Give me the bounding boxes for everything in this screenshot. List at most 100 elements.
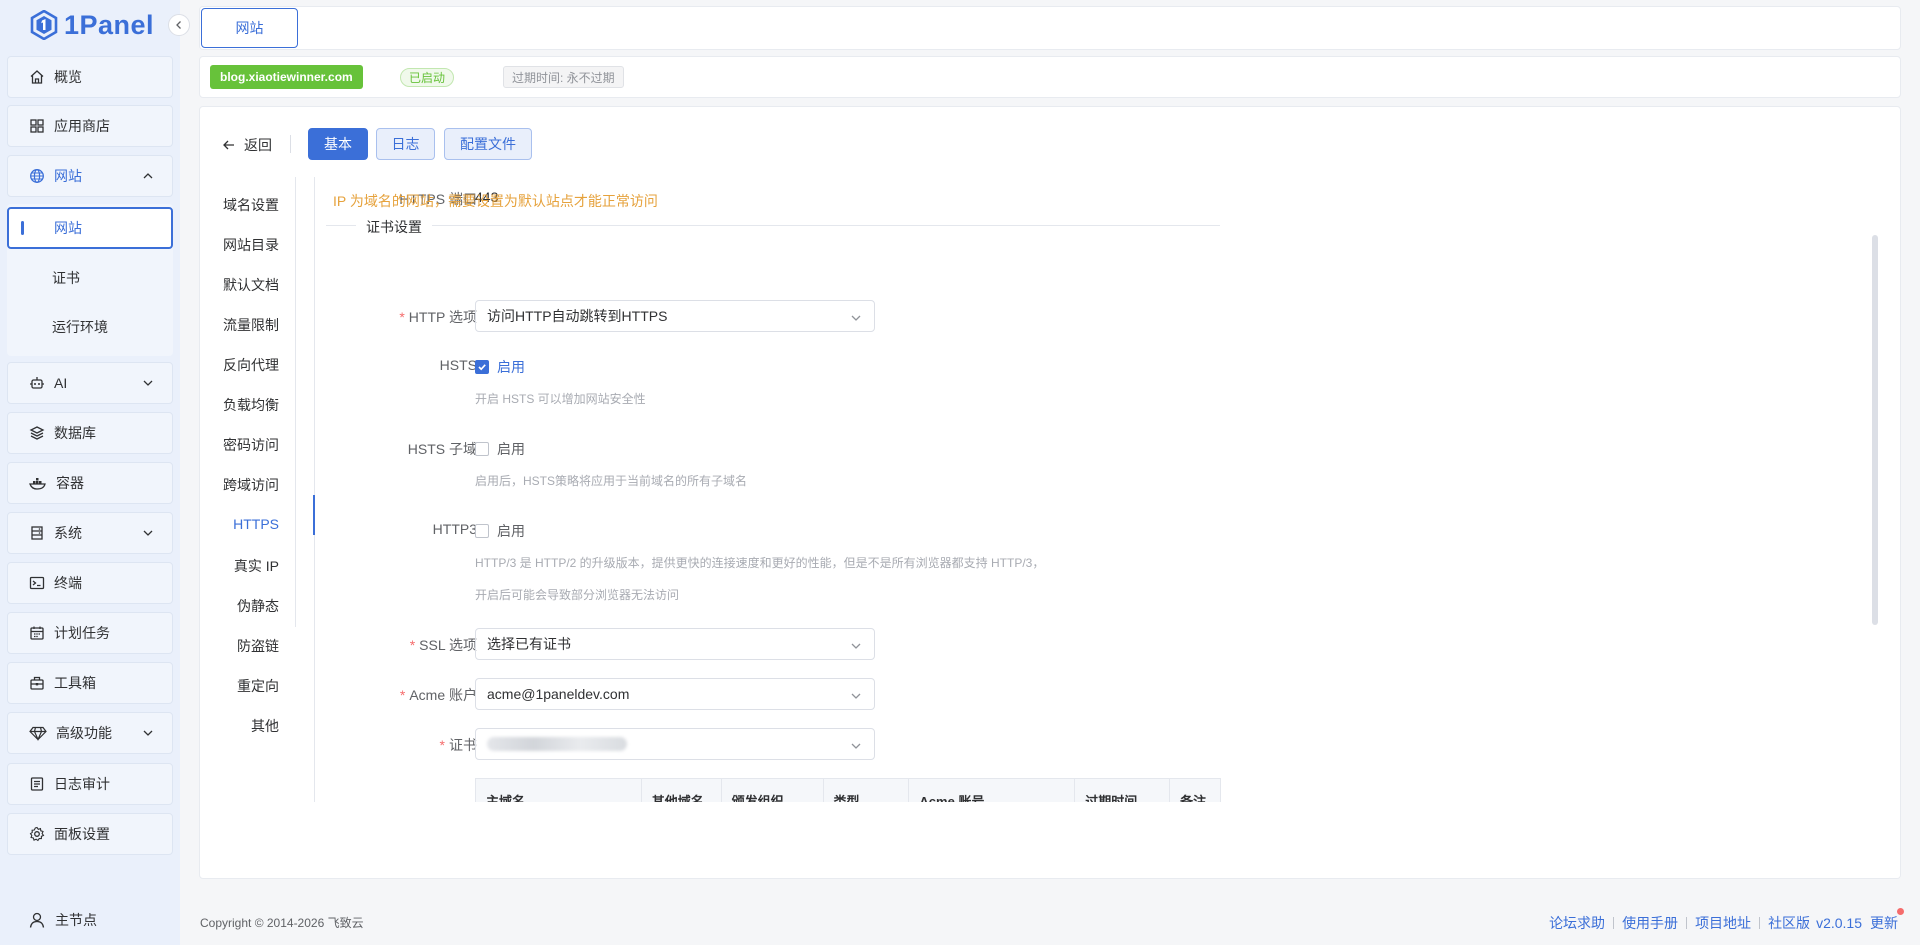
ip-domain-warning: IP 为域名的网站，需要设置为默认站点才能正常访问: [333, 193, 658, 209]
menu-label: 概览: [54, 69, 82, 85]
chevron-up-icon: [143, 173, 153, 179]
update-link[interactable]: 更新: [1870, 908, 1904, 933]
menu-overview[interactable]: 概览: [7, 56, 173, 98]
certificate-select[interactable]: [475, 728, 875, 760]
menu-label: 网站: [54, 168, 82, 184]
menu-label: 计划任务: [54, 625, 110, 641]
menu-system[interactable]: 系统: [7, 512, 173, 554]
section-title: 证书设置: [356, 217, 432, 237]
certificate-label-text: 证书: [449, 737, 477, 753]
scrollbar[interactable]: [1872, 235, 1878, 625]
domain-badge: blog.xiaotiewinner.com: [210, 65, 363, 89]
version-link[interactable]: v2.0.15: [1816, 915, 1862, 931]
submenu-certificate[interactable]: 证书: [7, 257, 173, 299]
checkbox-checked-icon: [475, 360, 489, 374]
acme-account-label-text: Acme 账户: [409, 687, 477, 703]
certificate-label: * 证书: [439, 737, 477, 753]
nav-cors[interactable]: 跨域访问: [223, 475, 279, 495]
submenu-website[interactable]: 网站: [7, 207, 173, 249]
http-option-select[interactable]: 访问HTTP自动跳转到HTTPS: [475, 300, 875, 332]
section-divider: [326, 225, 1220, 226]
terminal-icon: [29, 576, 45, 590]
menu-terminal[interactable]: 终端: [7, 562, 173, 604]
scroll-clip: [314, 802, 1900, 878]
menu-advanced[interactable]: 高级功能: [7, 712, 173, 754]
home-icon: [30, 70, 44, 84]
basic-button[interactable]: 基本: [308, 128, 368, 160]
acme-account-value: acme@1paneldev.com: [487, 686, 630, 702]
copyright: Copyright © 2014-2026 飞致云: [200, 916, 364, 930]
website-submenu: 网站 证书 运行环境: [7, 204, 173, 356]
checkbox-unchecked-icon: [475, 524, 489, 538]
menu-audit-log[interactable]: 日志审计: [7, 763, 173, 805]
nav-rewrite[interactable]: 伪静态: [237, 596, 279, 616]
project-link[interactable]: 项目地址: [1695, 913, 1751, 933]
current-node[interactable]: 主节点: [28, 910, 97, 930]
http3-checkbox[interactable]: 启用: [475, 521, 525, 541]
acme-account-label: * Acme 账户: [399, 687, 477, 703]
user-icon: [29, 912, 45, 928]
hsts-check-label: 启用: [497, 359, 525, 375]
server-icon: [31, 526, 43, 540]
config-file-button[interactable]: 配置文件: [444, 128, 532, 160]
menu-cron[interactable]: 计划任务: [7, 612, 173, 654]
expire-badge: 过期时间: 永不过期: [503, 66, 624, 88]
tab-website[interactable]: 网站: [201, 8, 298, 48]
logo[interactable]: 1Panel: [30, 8, 154, 42]
nav-https[interactable]: HTTPS: [233, 516, 279, 536]
forum-link[interactable]: 论坛求助: [1549, 913, 1605, 933]
hsts-hint: 开启 HSTS 可以增加网站安全性: [475, 392, 646, 406]
chevron-down-icon: [851, 643, 861, 649]
submenu-runtime[interactable]: 运行环境: [7, 306, 173, 348]
nav-password-access[interactable]: 密码访问: [223, 435, 279, 455]
chevron-down-icon: [143, 380, 153, 386]
chevron-down-icon: [143, 730, 153, 736]
hsts-checkbox[interactable]: 启用: [475, 357, 525, 377]
nav-reverse-proxy[interactable]: 反向代理: [223, 355, 279, 375]
ssl-option-value: 选择已有证书: [487, 636, 571, 652]
log-icon: [30, 777, 44, 791]
menu-website[interactable]: 网站: [7, 155, 173, 197]
nav-rate-limit[interactable]: 流量限制: [223, 315, 279, 335]
menu-container[interactable]: 容器: [7, 462, 173, 504]
menu-label: 面板设置: [54, 826, 110, 842]
checkbox-unchecked-icon: [475, 442, 489, 456]
edition-link[interactable]: 社区版: [1768, 913, 1810, 933]
http3-label: HTTP3: [432, 521, 477, 537]
log-button[interactable]: 日志: [376, 128, 435, 160]
nav-redirect[interactable]: 重定向: [237, 676, 279, 696]
active-indicator: [21, 221, 24, 235]
chevron-down-icon: [143, 530, 153, 536]
menu-ai[interactable]: AI: [7, 362, 173, 404]
menu-app-store[interactable]: 应用商店: [7, 105, 173, 147]
submenu-label: 证书: [52, 270, 80, 286]
chevron-left-icon: [176, 21, 181, 29]
calendar-icon: [30, 626, 44, 640]
chevron-down-icon: [851, 315, 861, 321]
nav-domain-settings[interactable]: 域名设置: [223, 195, 279, 215]
nav-real-ip[interactable]: 真实 IP: [234, 556, 279, 576]
hsts-subdomain-checkbox[interactable]: 启用: [475, 439, 525, 459]
http3-hint-line1: HTTP/3 是 HTTP/2 的升级版本，提供更快的连接速度和更好的性能，但是…: [475, 556, 1045, 570]
menu-panel-settings[interactable]: 面板设置: [7, 813, 173, 855]
collapse-sidebar-button[interactable]: [168, 14, 190, 36]
back-button[interactable]: 返回: [222, 135, 272, 155]
nav-anti-leech[interactable]: 防盗链: [237, 636, 279, 656]
nav-other[interactable]: 其他: [251, 716, 279, 736]
separator: [1686, 917, 1688, 929]
divider: [290, 135, 291, 153]
node-label: 主节点: [55, 912, 97, 928]
acme-account-select[interactable]: acme@1paneldev.com: [475, 678, 875, 710]
nav-site-directory[interactable]: 网站目录: [223, 235, 279, 255]
menu-toolbox[interactable]: 工具箱: [7, 662, 173, 704]
menu-database[interactable]: 数据库: [7, 412, 173, 454]
brand-name: 1Panel: [64, 9, 155, 40]
nav-default-document[interactable]: 默认文档: [223, 275, 279, 295]
http-option-label-text: HTTP 选项: [408, 309, 477, 325]
nav-divider: [314, 177, 315, 802]
nav-load-balance[interactable]: 负载均衡: [223, 395, 279, 415]
nav-active-indicator: [313, 495, 315, 535]
menu-label: 数据库: [54, 425, 96, 441]
ssl-option-select[interactable]: 选择已有证书: [475, 628, 875, 660]
manual-link[interactable]: 使用手册: [1622, 913, 1678, 933]
